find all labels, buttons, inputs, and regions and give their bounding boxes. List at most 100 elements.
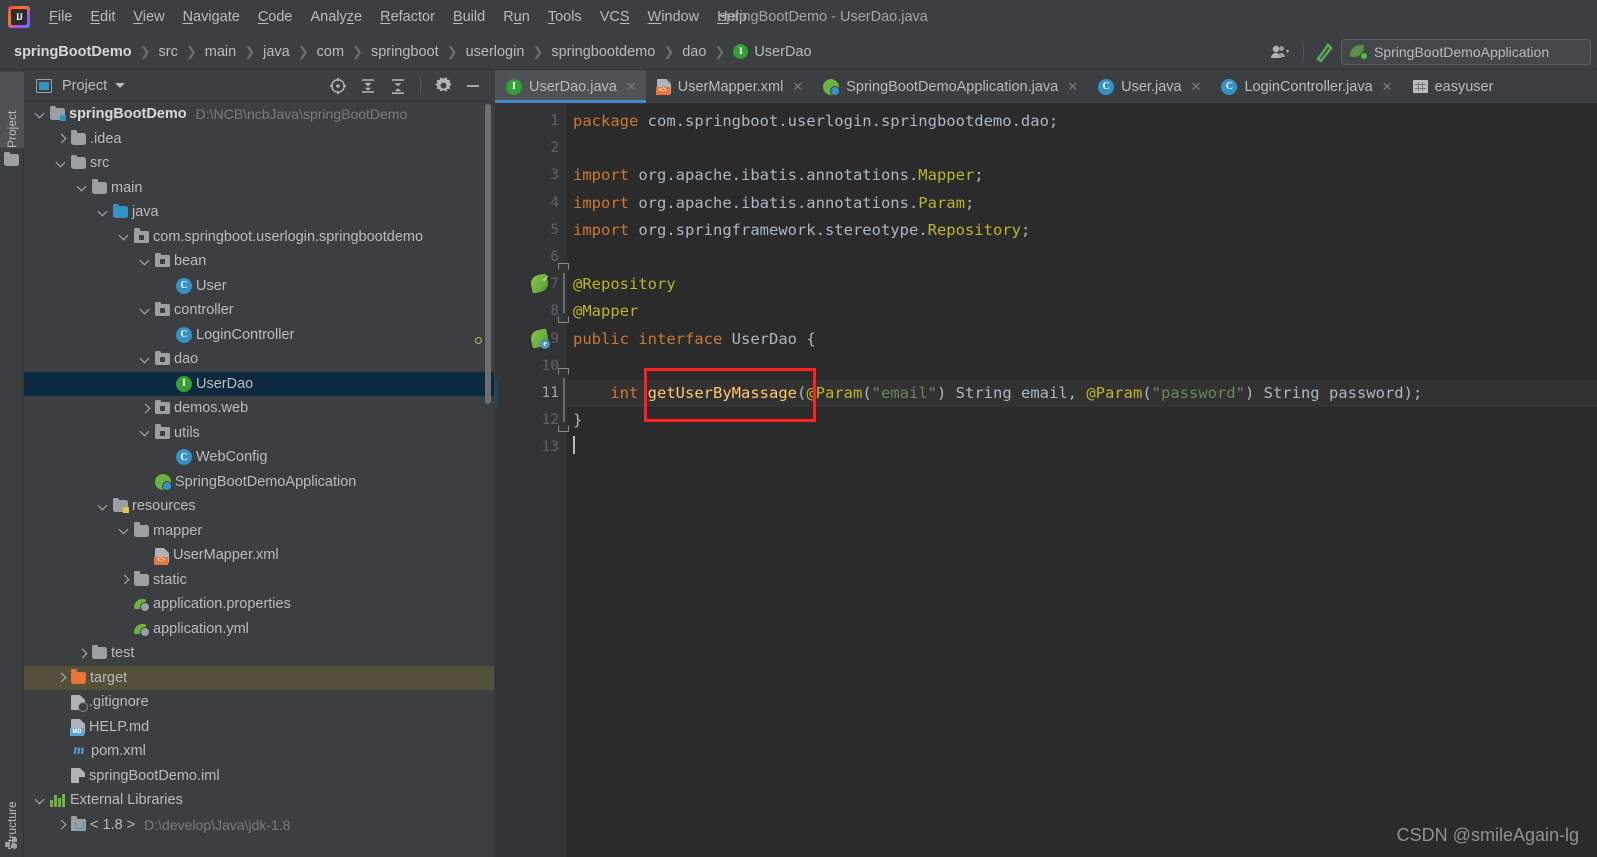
tree-node-resources[interactable]: resources [24,494,494,519]
menu-help[interactable]: Help [708,6,756,28]
expand-arrow-down-icon[interactable] [97,206,110,219]
expand-arrow-down-icon[interactable] [139,426,152,439]
collapse-all-icon[interactable] [383,73,413,99]
spring-bean-checked-icon[interactable]: ✓ [529,273,550,294]
breadcrumb-item-1[interactable]: src [159,44,178,60]
code-line-12[interactable]: } [567,407,1597,434]
menu-analyze[interactable]: Analyze [302,6,372,28]
tree-node-logincontroller[interactable]: C LoginController [24,323,494,348]
user-account-icon[interactable] [1266,39,1296,65]
expand-arrow-down-icon[interactable] [55,157,68,170]
settings-gear-icon[interactable] [428,73,458,99]
code-line-5[interactable]: import org.springframework.stereotype.Re… [567,217,1597,244]
tree-node-usermapper-xml[interactable]: UserMapper.xml [24,543,494,568]
tree-node-test[interactable]: test [24,641,494,666]
close-icon[interactable]: ✕ [792,79,803,95]
expand-all-icon[interactable] [353,73,383,99]
code-line-11[interactable]: int getUserByMassage(@Param("email") Str… [567,380,1597,408]
menu-vcs[interactable]: VCS [591,6,639,28]
menu-tools[interactable]: Tools [539,6,591,28]
menu-refactor[interactable]: Refactor [371,6,444,28]
tree-node-springbootdemo[interactable]: springBootDemo D:\NCB\ncbJava\springBootD… [24,102,494,127]
breadcrumb-item-9[interactable]: I UserDao [733,44,812,60]
tree-node-mapper[interactable]: mapper [24,519,494,544]
tree-node-help-md[interactable]: HELP.md [24,715,494,740]
menu-navigate[interactable]: Navigate [174,6,249,28]
editor-tab-logincontroller-java[interactable]: C LoginController.java ✕ [1210,70,1401,103]
menu-run[interactable]: Run [494,6,539,28]
code-line-6[interactable] [567,244,1597,271]
expand-arrow-right-icon[interactable] [118,573,131,586]
tree-node--idea[interactable]: .idea [24,127,494,152]
code-line-10[interactable] [567,353,1597,380]
code-line-4[interactable]: import org.apache.ibatis.annotations.Par… [567,190,1597,217]
editor-tab-usermapper-xml[interactable]: UserMapper.xml ✕ [646,70,812,103]
tree-node-external-libraries[interactable]: External Libraries [24,788,494,813]
project-tree-scrollbar[interactable] [485,104,491,404]
tree-node-springbootdemoapplication[interactable]: SpringBootDemoApplication [24,470,494,495]
tree-node-dao[interactable]: dao [24,347,494,372]
scroll-from-source-icon[interactable] [323,73,353,99]
expand-arrow-right-icon[interactable] [76,647,89,660]
close-icon[interactable]: ✕ [1191,79,1202,95]
stripe-button-project[interactable]: Project [0,72,24,148]
tree-node-utils[interactable]: utils [24,421,494,446]
tree-node-userdao[interactable]: I UserDao [24,371,494,396]
hide-minimize-icon[interactable] [458,73,488,99]
tree-node-application-yml[interactable]: application.yml [24,617,494,642]
breadcrumb-item-6[interactable]: userlogin [466,44,525,60]
tree-node-springbootdemo-iml[interactable]: springBootDemo.iml [24,764,494,789]
code-line-1[interactable]: package com.springboot.userlogin.springb… [567,108,1597,135]
breadcrumb-item-4[interactable]: com [317,44,344,60]
search-everywhere-icon[interactable] [1311,39,1341,65]
breadcrumb-item-7[interactable]: springbootdemo [551,44,655,60]
tree-node-com-springboot-userlogin-springbootdemo[interactable]: com.springboot.userlogin.springbootdemo [24,225,494,250]
project-tree[interactable]: springBootDemo D:\NCB\ncbJava\springBootD… [24,102,494,857]
code-line-13[interactable] [567,434,1597,461]
menu-file[interactable]: File [40,6,81,28]
editor-gutter[interactable]: 1 2 3 4 5 6 7 8 9 10 11 12 13 ✓ e [495,104,567,857]
code-line-7[interactable]: @Repository [567,271,1597,298]
tree-node-webconfig[interactable]: C WebConfig [24,445,494,470]
close-icon[interactable]: ✕ [1382,79,1393,95]
menu-code[interactable]: Code [249,6,302,28]
tree-node-src[interactable]: src [24,151,494,176]
tree-node-main[interactable]: main [24,176,494,201]
expand-arrow-down-icon[interactable] [34,794,47,807]
editor-tab-springbootdemoapplication-java[interactable]: SpringBootDemoApplication.java ✕ [812,70,1087,103]
expand-arrow-down-icon[interactable] [139,304,152,317]
tree-node-target[interactable]: target [24,665,494,690]
tree-node-bean[interactable]: bean [24,249,494,274]
menu-build[interactable]: Build [444,6,494,28]
breadcrumb-item-2[interactable]: main [205,44,236,60]
expand-arrow-right-icon[interactable] [139,402,152,415]
expand-arrow-right-icon[interactable] [55,818,68,831]
expand-arrow-down-icon[interactable] [118,230,131,243]
expand-arrow-down-icon[interactable] [139,353,152,366]
menu-edit[interactable]: Edit [81,6,124,28]
run-configuration-selector[interactable]: SpringBootDemoApplication [1341,38,1591,65]
code-text-area[interactable]: package com.springboot.userlogin.springb… [567,104,1597,857]
code-line-2[interactable] [567,135,1597,162]
close-icon[interactable]: ✕ [1067,79,1078,95]
breadcrumb-item-8[interactable]: dao [682,44,706,60]
breadcrumb-item-0[interactable]: springBootDemo [14,44,132,60]
code-line-8[interactable]: @Mapper [567,298,1597,325]
tree-node-demos-web[interactable]: demos.web [24,396,494,421]
tree-node-java[interactable]: java [24,200,494,225]
expand-arrow-down-icon[interactable] [139,255,152,268]
expand-arrow-down-icon[interactable] [76,181,89,194]
code-line-3[interactable]: import org.apache.ibatis.annotations.Map… [567,162,1597,189]
editor-tab-easyuser[interactable]: easyuser [1402,70,1503,103]
editor-tab-bar[interactable]: I UserDao.java ✕ UserMapper.xml ✕ Spring… [495,70,1597,104]
editor-tab-userdao-java[interactable]: I UserDao.java ✕ [495,70,646,103]
expand-arrow-down-icon[interactable] [118,524,131,537]
tree-node--gitignore[interactable]: .gitignore [24,690,494,715]
breadcrumb-item-5[interactable]: springboot [371,44,439,60]
editor-tab-user-java[interactable]: C User.java ✕ [1087,70,1210,103]
menu-window[interactable]: Window [639,6,709,28]
tree-node-application-properties[interactable]: application.properties [24,592,494,617]
expand-arrow-down-icon[interactable] [97,500,110,513]
stripe-button-structure[interactable]: Structure [0,760,24,850]
tree-node-static[interactable]: static [24,568,494,593]
